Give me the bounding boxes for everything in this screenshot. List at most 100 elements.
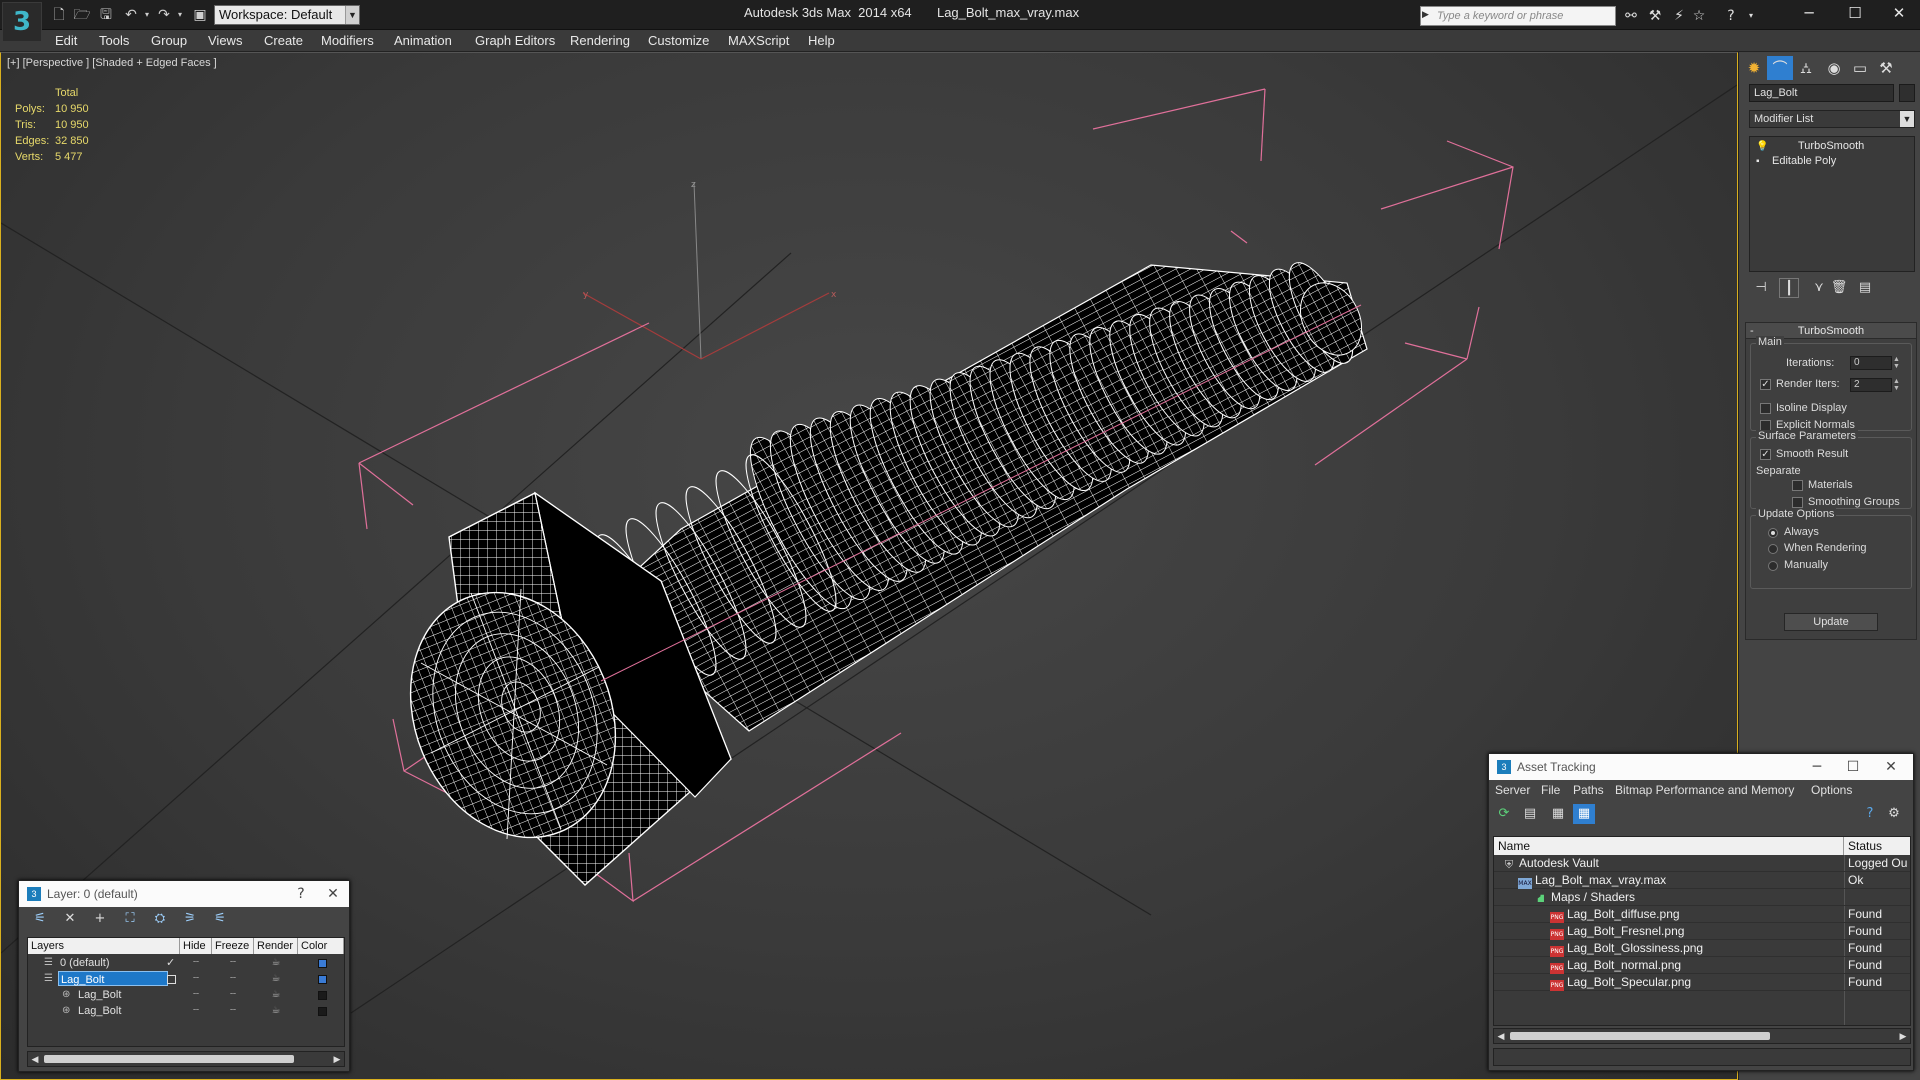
render-iters-checkbox[interactable]: ✓ (1760, 379, 1771, 390)
menu-server[interactable]: Server (1495, 783, 1530, 797)
menu-options[interactable]: Options (1811, 783, 1852, 797)
menu-edit[interactable]: Edit (55, 33, 77, 48)
menu-graph-editors[interactable]: Graph Editors (475, 33, 555, 48)
layer-name[interactable]: Lag_Bolt (58, 971, 168, 986)
new-file-icon[interactable]: 🗋 (50, 6, 68, 24)
menu-help[interactable]: Help (808, 33, 835, 48)
redo-dropdown-icon[interactable]: ▾ (171, 6, 189, 24)
freeze-toggle-icon[interactable]: ┄ (212, 971, 254, 987)
column-color[interactable]: Color (298, 938, 344, 954)
hide-all-icon[interactable]: ⚞ (179, 909, 201, 929)
freeze-all-icon[interactable]: ⚟ (209, 909, 231, 929)
menu-file[interactable]: File (1541, 783, 1560, 797)
favorites-star-icon[interactable]: ☆ (1690, 7, 1708, 25)
refresh-icon[interactable]: ⟳ (1493, 804, 1515, 824)
search-expand-icon[interactable]: ▶ (1422, 9, 1432, 23)
isoline-display-checkbox[interactable] (1760, 403, 1771, 414)
menu-modifiers[interactable]: Modifiers (321, 33, 374, 48)
menu-views[interactable]: Views (208, 33, 242, 48)
layer-color-swatch[interactable] (318, 991, 327, 1000)
hide-toggle-icon[interactable]: ┄ (180, 987, 212, 1003)
layer-color-swatch[interactable] (318, 1007, 327, 1016)
layer-settings-icon[interactable]: ⚟ (29, 909, 51, 929)
project-folder-icon[interactable]: ▣ (191, 6, 209, 24)
menu-group[interactable]: Group (151, 33, 187, 48)
add-layer-icon[interactable]: + (89, 909, 111, 929)
materials-checkbox[interactable] (1792, 480, 1803, 491)
pin-stack-icon[interactable]: ⊣ (1751, 278, 1771, 298)
list-view-icon[interactable]: ▤ (1519, 804, 1541, 824)
render-iters-spinner[interactable]: 2 ▲ ▼ (1850, 378, 1900, 392)
smooth-result-checkbox[interactable]: ✓ (1760, 449, 1771, 460)
close-icon[interactable]: ✕ (315, 881, 351, 907)
column-name[interactable]: Name (1494, 837, 1844, 855)
show-end-result-icon[interactable]: ┃ (1779, 278, 1799, 298)
asset-row[interactable]: ⛘ Maps / Shaders (1494, 889, 1910, 906)
save-icon[interactable]: 🖫 (97, 6, 115, 24)
layer-row[interactable]: ☰ 0 (default) ✓ ┄ ┄ ☕ (28, 955, 344, 971)
scroll-right-icon[interactable]: ▶ (1896, 1029, 1910, 1043)
menu-create[interactable]: Create (264, 33, 303, 48)
undo-dropdown-icon[interactable]: ▾ (138, 6, 156, 24)
open-file-icon[interactable]: 🗁 (73, 6, 91, 24)
layer-color-swatch[interactable] (318, 975, 327, 984)
communication-icon[interactable]: ⚡ (1670, 7, 1688, 25)
smoothing-groups-checkbox[interactable] (1792, 497, 1803, 508)
column-freeze[interactable]: Freeze (212, 938, 254, 954)
scroll-right-icon[interactable]: ▶ (330, 1052, 344, 1066)
maximize-icon[interactable]: ☐ (1835, 754, 1871, 780)
highlight-layer-icon[interactable]: ⛭ (149, 909, 171, 929)
table-view-icon[interactable]: ▦ (1573, 804, 1595, 824)
layer-name[interactable]: Lag_Bolt (76, 1003, 174, 1018)
workspace-selector[interactable]: Workspace: Default ▼ (214, 5, 360, 25)
help-icon[interactable]: ? (1859, 804, 1881, 824)
column-hide[interactable]: Hide (180, 938, 212, 954)
lightbulb-icon[interactable]: 💡 (1756, 139, 1768, 154)
search-input[interactable]: Type a keyword or phrase (1420, 6, 1616, 26)
menu-animation[interactable]: Animation (394, 33, 452, 48)
close-icon[interactable]: ✕ (1876, 0, 1920, 26)
viewport-label[interactable]: [+] [Perspective ] [Shaded + Edged Faces… (7, 57, 217, 69)
layer-row[interactable]: ⊛ Lag_Bolt ┄ ┄ ☕ (28, 987, 344, 1003)
iterations-spinner[interactable]: 0 ▲ ▼ (1850, 356, 1900, 370)
when-rendering-radio[interactable] (1768, 544, 1778, 554)
object-name-field[interactable]: Lag_Bolt (1749, 84, 1894, 102)
menu-tools[interactable]: Tools (99, 33, 129, 48)
always-radio[interactable] (1768, 528, 1778, 538)
freeze-toggle-icon[interactable]: ┄ (212, 987, 254, 1003)
stack-item-editable-poly[interactable]: ▪ Editable Poly (1752, 154, 1912, 169)
subscription-tools-icon[interactable]: ⚒ (1646, 7, 1664, 25)
chevron-down-icon[interactable]: ▼ (1900, 111, 1914, 127)
asset-row[interactable]: PNG Lag_Bolt_normal.png Found (1494, 957, 1910, 974)
remove-modifier-icon[interactable]: 🗑 (1829, 278, 1849, 298)
minimize-icon[interactable]: ─ (1786, 0, 1832, 26)
spinner-arrows-icon[interactable]: ▲ ▼ (1892, 356, 1901, 370)
horizontal-scrollbar[interactable]: ◀ ▶ (1493, 1028, 1911, 1044)
asset-row[interactable]: PNG Lag_Bolt_Specular.png Found (1494, 974, 1910, 991)
help-icon[interactable]: ? (1722, 7, 1740, 25)
menu-paths[interactable]: Paths (1573, 783, 1604, 797)
spinner-arrows-icon[interactable]: ▲ ▼ (1892, 378, 1901, 392)
menu-rendering[interactable]: Rendering (570, 33, 630, 48)
settings-icon[interactable]: ⚙ (1883, 804, 1905, 824)
layer-color-swatch[interactable] (318, 959, 327, 968)
help-dropdown-icon[interactable]: ▾ (1742, 7, 1760, 25)
active-layer-checkbox[interactable] (167, 975, 176, 984)
render-teapot-icon[interactable]: ☕ (254, 971, 298, 987)
expand-plus-icon[interactable]: ▪ (1756, 154, 1766, 169)
scrollbar-thumb[interactable] (1510, 1032, 1770, 1040)
close-icon[interactable]: ✕ (1873, 754, 1909, 780)
render-teapot-icon[interactable]: ☕ (254, 955, 298, 971)
horizontal-scrollbar[interactable]: ◀ ▶ (27, 1051, 345, 1067)
freeze-toggle-icon[interactable]: ┄ (212, 955, 254, 971)
column-status[interactable]: Status (1844, 837, 1910, 855)
chevron-down-icon[interactable]: ▼ (345, 6, 359, 24)
asset-row[interactable]: MAX Lag_Bolt_max_vray.max Ok (1494, 872, 1910, 889)
configure-sets-icon[interactable]: ▤ (1855, 278, 1875, 298)
maximize-icon[interactable]: ☐ (1832, 0, 1878, 26)
layer-name[interactable]: Lag_Bolt (76, 987, 174, 1002)
binoculars-icon[interactable]: ⚯ (1622, 7, 1640, 25)
layer-row[interactable]: ⊛ Lag_Bolt ┄ ┄ ☕ (28, 1003, 344, 1019)
hierarchy-tab-icon[interactable]: ⛼ (1793, 56, 1819, 80)
make-unique-icon[interactable]: ⋎ (1809, 278, 1829, 298)
